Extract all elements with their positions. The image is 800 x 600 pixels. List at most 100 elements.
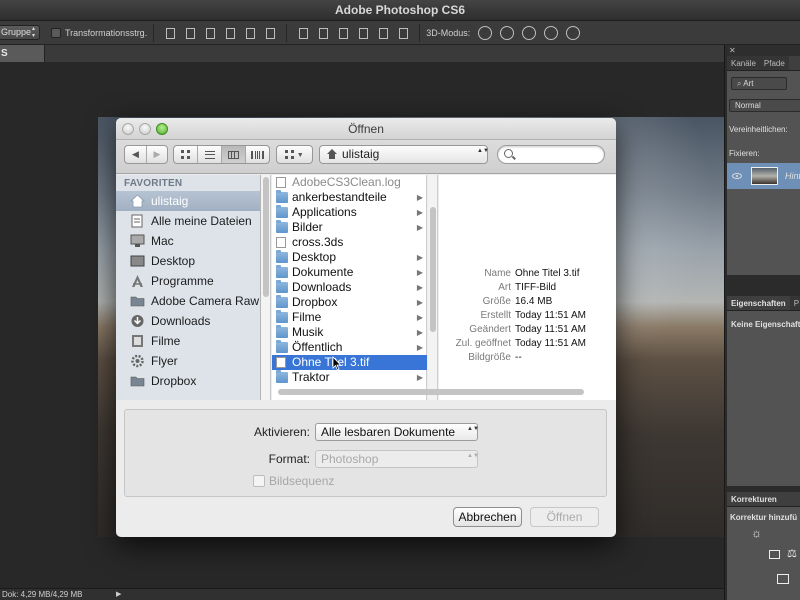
tab-properties[interactable]: Eigenschaften: [727, 296, 790, 310]
image-sequence-checkbox[interactable]: [253, 475, 265, 487]
tab-paths[interactable]: Pfade: [759, 56, 789, 70]
file-name: ankerbestandteile: [292, 190, 387, 204]
location-popup[interactable]: ulistaig ▲▼: [319, 145, 489, 164]
format-select-value: Photoshop: [321, 452, 379, 466]
format-label: Format:: [268, 452, 310, 466]
3d-rotate-icon[interactable]: [478, 25, 493, 40]
sidebar-item-downloads[interactable]: Downloads: [116, 311, 260, 331]
3d-scale-icon[interactable]: [566, 25, 581, 40]
forward-button[interactable]: ▶: [147, 146, 167, 163]
distribute-vcenter-icon[interactable]: [317, 26, 329, 39]
format-select[interactable]: Photoshop ▲▼: [315, 450, 479, 468]
layer-group-select[interactable]: Gruppe: [0, 25, 40, 40]
3d-slide-icon[interactable]: [544, 25, 559, 40]
gradient-map-icon[interactable]: [777, 574, 789, 584]
panel-close-icon[interactable]: ✕: [727, 45, 800, 56]
minimize-window-button[interactable]: [139, 123, 151, 135]
align-vcenter-icon[interactable]: [184, 26, 196, 39]
folder-icon: [276, 265, 288, 278]
file-item[interactable]: ankerbestandteile ▶: [272, 190, 427, 205]
align-right-icon[interactable]: [264, 26, 276, 39]
3d-roll-icon[interactable]: [500, 25, 515, 40]
blend-mode-select[interactable]: Normal: [729, 99, 800, 112]
sidebar-item-label: Programme: [151, 274, 214, 288]
sidebar-item-dropbox[interactable]: Dropbox: [116, 371, 260, 391]
sidebar-item-mac[interactable]: Mac: [116, 231, 260, 251]
distribute-right-icon[interactable]: [397, 26, 409, 39]
file-item[interactable]: Downloads ▶: [272, 280, 427, 295]
file-column-scroll-thumb[interactable]: [430, 207, 436, 332]
zoom-window-button[interactable]: [156, 123, 168, 135]
status-menu-arrow-icon[interactable]: ▶: [116, 589, 121, 600]
layer-kind-filter[interactable]: ⌕ Art: [731, 77, 787, 90]
list-view-button[interactable]: [198, 146, 222, 163]
levels-icon[interactable]: [769, 550, 780, 559]
3d-pan-icon[interactable]: [522, 25, 537, 40]
align-hcenter-icon[interactable]: [244, 26, 256, 39]
image-sequence-label: Bildsequenz: [269, 474, 335, 488]
file-column-scrollbar[interactable]: [428, 175, 438, 400]
folder-icon: [276, 310, 288, 323]
open-button[interactable]: Öffnen: [530, 507, 599, 527]
align-top-icon[interactable]: [164, 26, 176, 39]
file-item[interactable]: Applications ▶: [272, 205, 427, 220]
folder-icon: [276, 325, 288, 338]
updown-arrows-icon: ▲▼: [467, 426, 479, 432]
tab-adjustments[interactable]: Korrekturen: [727, 492, 781, 506]
file-item[interactable]: Dokumente ▶: [272, 265, 427, 280]
enable-select[interactable]: Alle lesbaren Dokumente ▲▼: [315, 423, 479, 441]
file-item[interactable]: Musik ▶: [272, 325, 427, 340]
file-item[interactable]: Öffentlich ▶: [272, 340, 427, 355]
horizontal-scroll-thumb[interactable]: [278, 389, 584, 395]
file-item[interactable]: cross.3ds: [272, 235, 427, 250]
transform-controls-checkbox[interactable]: [51, 27, 61, 38]
coverflow-view-button[interactable]: [246, 146, 269, 163]
file-item[interactable]: Dropbox ▶: [272, 295, 427, 310]
sidebar-item-all-files[interactable]: Alle meine Dateien: [116, 211, 260, 231]
open-dialog: Öffnen ◀ ▶ ▼ ulistaig ▲▼ FAVORITEN ulist…: [116, 118, 616, 537]
align-bottom-icon[interactable]: [204, 26, 216, 39]
enable-label: Aktivieren:: [253, 425, 310, 439]
distribute-top-icon[interactable]: [297, 26, 309, 39]
search-input[interactable]: [497, 145, 605, 164]
balance-icon[interactable]: ⚖: [787, 547, 797, 560]
sidebar-item-flyer[interactable]: Flyer: [116, 351, 260, 371]
sidebar-item-desktop[interactable]: Desktop: [116, 251, 260, 271]
file-item[interactable]: AdobeCS3Clean.log: [272, 175, 427, 190]
sidebar-item-programme[interactable]: Programme: [116, 271, 260, 291]
tab-panel-p[interactable]: P: [789, 296, 800, 310]
back-button[interactable]: ◀: [125, 146, 147, 163]
cancel-button[interactable]: Abbrechen: [453, 507, 522, 527]
icon-view-button[interactable]: [174, 146, 198, 163]
layer-row[interactable]: Hint: [727, 163, 800, 189]
horizontal-scrollbar[interactable]: [272, 388, 616, 397]
align-left-icon[interactable]: [224, 26, 236, 39]
document-tab[interactable]: S (RGB/8): [0, 45, 45, 76]
layer-thumbnail: [751, 167, 778, 185]
sidebar-item-camera-raw[interactable]: Adobe Camera Raw: [116, 291, 260, 311]
chevron-right-icon: ▶: [416, 253, 423, 262]
tab-channels[interactable]: Kanäle: [727, 56, 760, 70]
favorites-sidebar: FAVORITEN ulistaig Alle meine Dateien Ma…: [116, 175, 261, 400]
file-item[interactable]: Traktor ▶: [272, 370, 427, 385]
file-item[interactable]: Desktop ▶: [272, 250, 427, 265]
file-item-selected[interactable]: Ohne Titel 3.tif: [272, 355, 427, 370]
arrange-button[interactable]: ▼: [277, 146, 312, 163]
close-window-button[interactable]: [122, 123, 134, 135]
sidebar-scroll-thumb[interactable]: [263, 177, 269, 297]
arrange-control[interactable]: ▼: [276, 145, 313, 164]
distribute-left-icon[interactable]: [357, 26, 369, 39]
distribute-bottom-icon[interactable]: [337, 26, 349, 39]
distribute-hcenter-icon[interactable]: [377, 26, 389, 39]
brightness-icon[interactable]: ☼: [751, 526, 762, 540]
column-view-button[interactable]: [222, 146, 246, 163]
info-row-size: Größe 16.4 MB: [439, 295, 616, 308]
sidebar-item-home[interactable]: ulistaig: [116, 191, 260, 211]
no-properties-text: Keine Eigenschaft: [731, 320, 800, 329]
sidebar-scrollbar[interactable]: [261, 175, 271, 400]
file-name: Desktop: [292, 250, 337, 264]
file-item[interactable]: Filme ▶: [272, 310, 427, 325]
file-item[interactable]: Bilder ▶: [272, 220, 427, 235]
eye-icon[interactable]: [732, 173, 742, 179]
sidebar-item-filme[interactable]: Filme: [116, 331, 260, 351]
